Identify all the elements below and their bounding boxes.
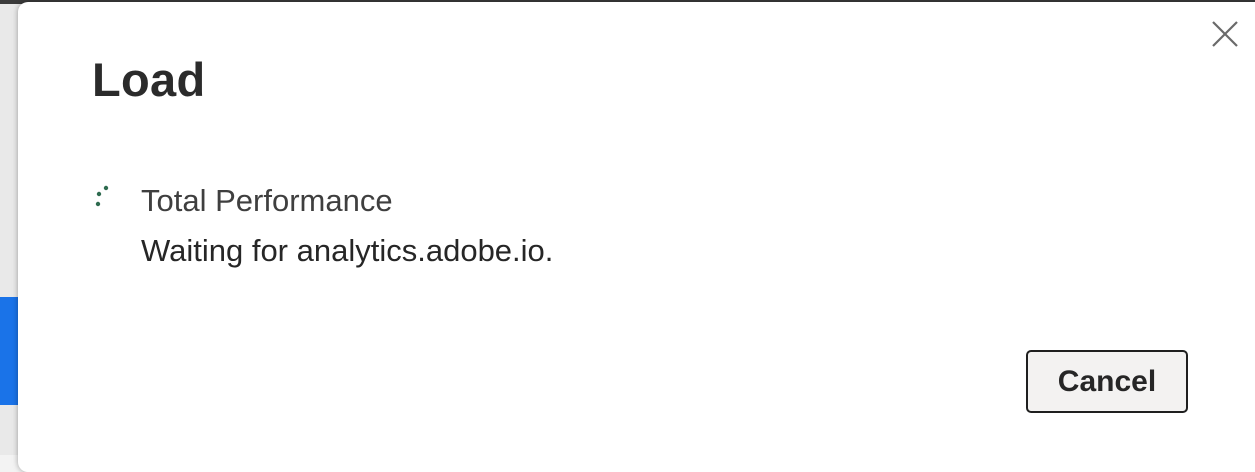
close-button[interactable] [1209, 18, 1241, 50]
load-dialog: Load Total Performance Waiting for analy… [18, 2, 1255, 472]
close-icon [1212, 21, 1238, 47]
load-item-name: Total Performance [141, 183, 393, 218]
cancel-button[interactable]: Cancel [1026, 350, 1188, 413]
loading-spinner-icon [92, 184, 112, 214]
load-item-status: Waiting for analytics.adobe.io. [141, 233, 554, 268]
backdrop-accent-panel [0, 297, 18, 405]
dialog-title: Load [92, 53, 206, 106]
